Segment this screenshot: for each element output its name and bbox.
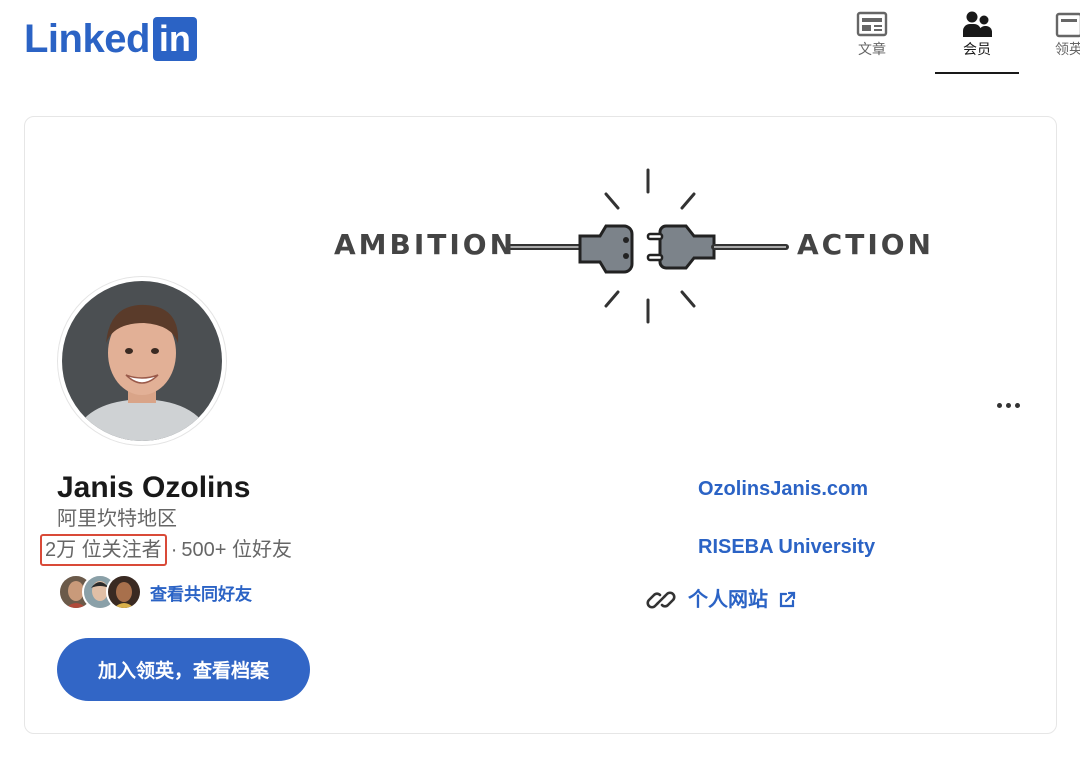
chain-link-icon <box>646 591 676 609</box>
nav-members[interactable]: 会员 <box>935 10 1019 74</box>
avatar-portrait <box>62 281 222 441</box>
banner-plug-illustration <box>507 168 789 324</box>
profile-avatar[interactable] <box>58 277 226 445</box>
dot <box>1005 402 1011 408</box>
mutual-avatars <box>58 574 142 610</box>
mutual-avatar <box>106 574 142 610</box>
profile-location: 阿里坎特地区 <box>57 508 177 530</box>
mutual-connections[interactable]: 查看共同好友 <box>58 574 252 610</box>
nav-jobs-label: 领英 <box>1055 41 1080 57</box>
article-icon <box>856 11 888 37</box>
university-link[interactable]: RISEBA University <box>698 534 875 560</box>
socket-plug <box>578 224 634 274</box>
logo-text: Linked <box>24 17 150 61</box>
briefcase-icon <box>1055 12 1080 38</box>
join-to-view-profile-button[interactable]: 加入领英，查看档案 <box>57 638 310 701</box>
logo-in-box: in <box>152 17 197 61</box>
connections-count: 500+ 位好友 <box>181 539 292 561</box>
nav-articles[interactable]: 文章 <box>846 10 898 72</box>
stats-separator: · <box>170 539 178 561</box>
banner-word-action: ACTION <box>797 228 934 261</box>
profile-stats: 2万 位关注者 · 500+ 位好友 <box>40 534 292 566</box>
people-icon <box>963 11 992 37</box>
view-mutual-connections-link[interactable]: 查看共同好友 <box>150 580 252 605</box>
prong-plug <box>658 224 716 270</box>
personal-website-row[interactable]: 个人网站 <box>646 585 796 615</box>
nav-articles-label: 文章 <box>858 41 886 57</box>
dot <box>996 402 1002 408</box>
nav-jobs[interactable]: 领英 <box>1044 10 1080 72</box>
profile-name: Janis Ozolins <box>57 471 251 504</box>
nav-members-label: 会员 <box>963 41 991 57</box>
website-link[interactable]: OzolinsJanis.com <box>698 476 868 502</box>
followers-count: 2万 位关注者 <box>40 534 167 566</box>
more-options-button[interactable] <box>990 394 1026 416</box>
personal-website-link[interactable]: 个人网站 <box>688 586 768 614</box>
banner-word-ambition: AMBITION <box>334 228 517 261</box>
dot <box>1014 402 1020 408</box>
linkedin-logo[interactable]: Linked in <box>24 17 197 61</box>
external-link-icon <box>779 591 796 608</box>
